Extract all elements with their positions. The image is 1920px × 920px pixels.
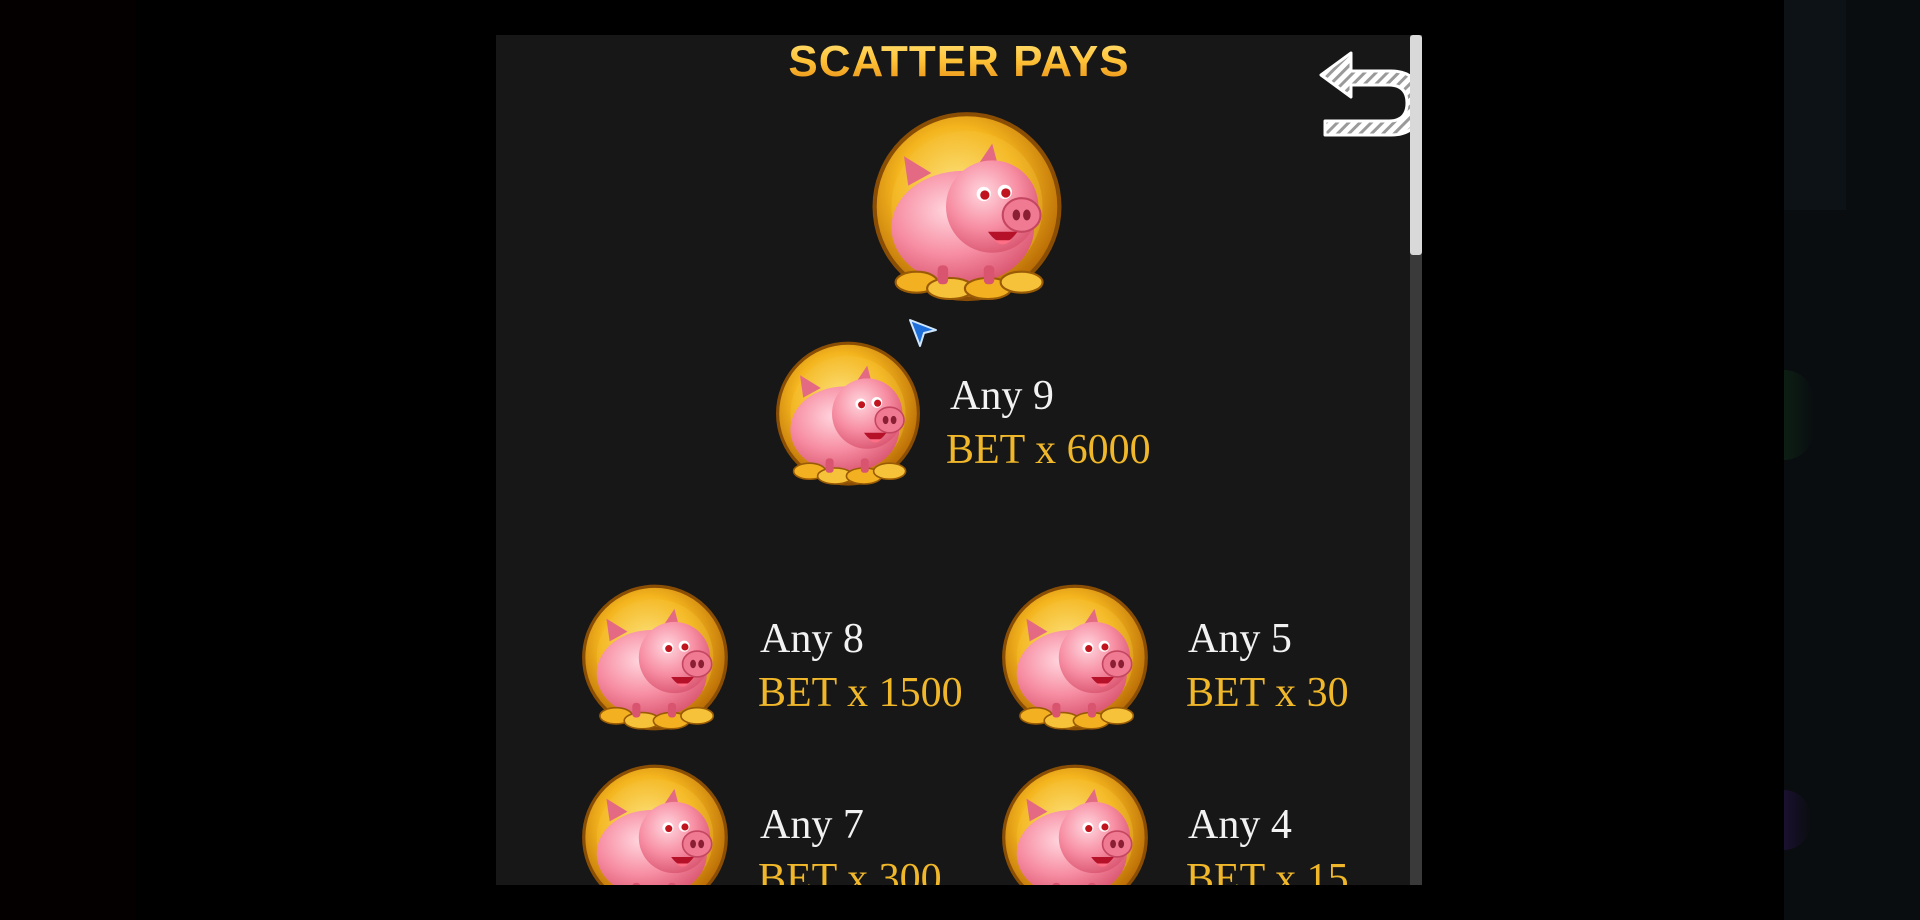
piggy-bank-icon [994,583,1156,745]
payout-label: BET x 1500 [758,670,963,716]
scrollbar-thumb[interactable] [1410,35,1422,255]
piggy-bank-icon [994,763,1156,885]
page-title: SCATTER PAYS [496,37,1422,87]
piggy-bank-icon [574,763,736,885]
piggy-bank-icon [768,340,928,500]
left-letterbox [0,0,136,920]
count-label: Any 9 [950,373,1054,419]
payout-label: BET x 15 [1186,856,1349,885]
count-label: Any 4 [1188,802,1292,848]
count-label: Any 8 [760,616,864,662]
payout-label: BET x 30 [1186,670,1349,716]
background-panel-ghost [1784,0,1846,210]
background-glow-purple [1784,790,1810,850]
piggy-bank-scatter-icon [862,110,1072,320]
scatter-pays-panel: SCATTER PAYS Any 9 BET x 6000 Any 8 BET … [496,35,1422,885]
right-letterbox [1784,0,1920,920]
back-button[interactable] [1311,45,1422,145]
background-glow-green [1784,370,1814,460]
payout-label: BET x 300 [758,856,942,885]
undo-arrow-icon [1319,51,1422,137]
piggy-bank-icon [574,583,736,745]
count-label: Any 7 [760,802,864,848]
payout-label: BET x 6000 [946,427,1151,473]
count-label: Any 5 [1188,616,1292,662]
mouse-pointer-icon [909,319,937,347]
